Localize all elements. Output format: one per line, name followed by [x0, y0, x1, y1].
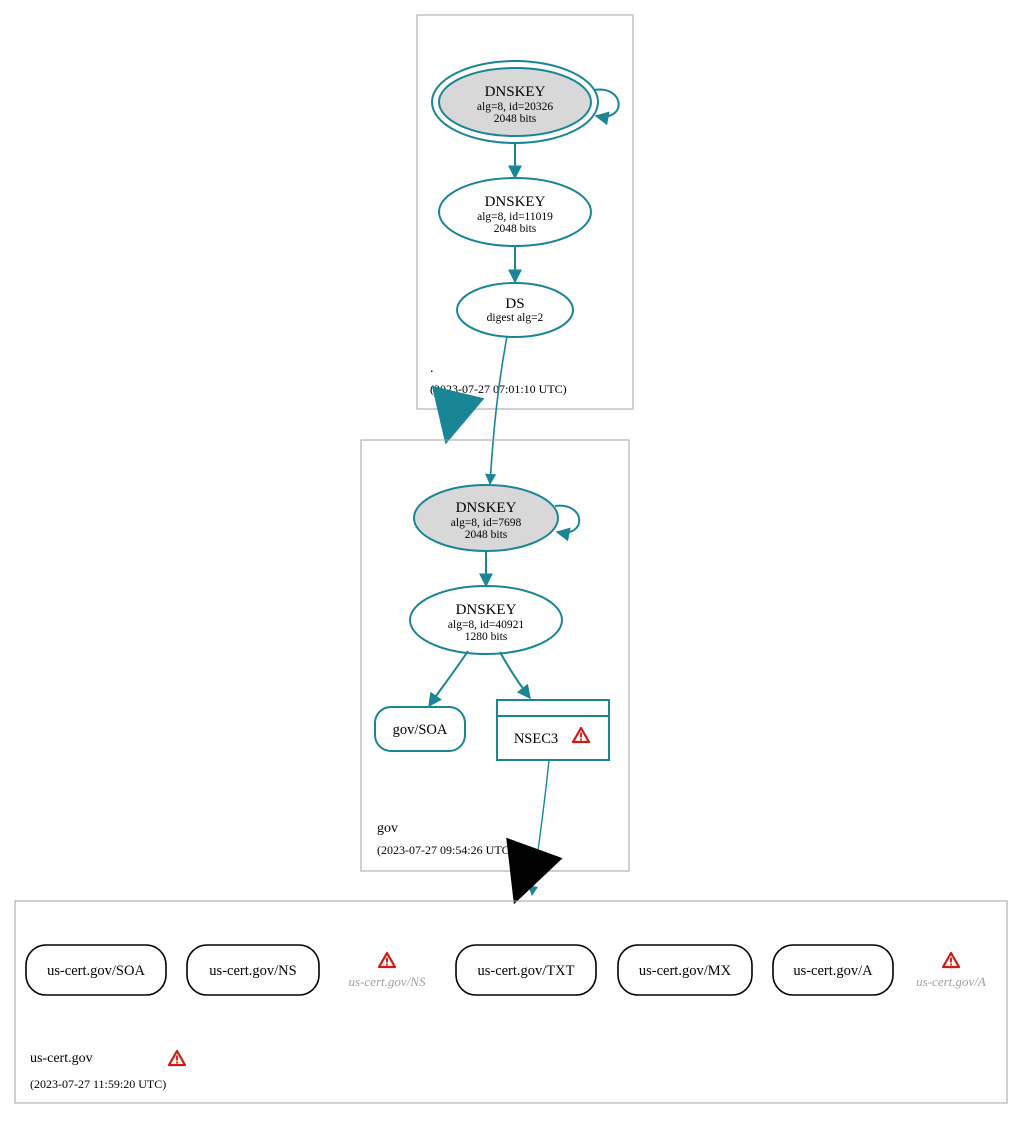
root-ksk-line1: alg=8, id=20326	[477, 101, 553, 113]
gov-soa-node[interactable]: gov/SOA	[375, 707, 465, 751]
uscert-soa-node[interactable]: us-cert.gov/SOA	[26, 945, 166, 995]
zone-root: DNSKEY alg=8, id=20326 2048 bits DNSKEY …	[417, 15, 633, 409]
warning-icon	[943, 953, 959, 967]
uscert-ns-gray-node[interactable]: us-cert.gov/NS	[349, 953, 426, 989]
edge-root-to-gov-zone	[448, 409, 454, 434]
uscert-a-gray-label: us-cert.gov/A	[916, 974, 986, 989]
gov-nsec3-node[interactable]: NSEC3	[497, 700, 609, 760]
gov-zsk-title: DNSKEY	[456, 602, 517, 618]
uscert-ns-label: us-cert.gov/NS	[209, 963, 296, 979]
uscert-txt-label: us-cert.gov/TXT	[477, 963, 574, 979]
root-zsk-title: DNSKEY	[485, 194, 546, 210]
uscert-txt-node[interactable]: us-cert.gov/TXT	[456, 945, 596, 995]
edge-gov-zsk-to-soa	[429, 651, 468, 706]
gov-zsk-node[interactable]: DNSKEY alg=8, id=40921 1280 bits	[410, 586, 562, 654]
gov-zone-timestamp: (2023-07-27 09:54:26 UTC)	[377, 843, 514, 857]
warning-icon	[379, 953, 395, 967]
edge-nsec3-to-uscert	[532, 760, 549, 895]
root-zsk-line2: 2048 bits	[494, 223, 537, 235]
uscert-mx-label: us-cert.gov/MX	[639, 963, 732, 979]
root-zone-label: .	[430, 361, 434, 376]
zone-uscert: us-cert.gov/SOA us-cert.gov/NS us-cert.g…	[15, 901, 1007, 1103]
uscert-mx-node[interactable]: us-cert.gov/MX	[618, 945, 752, 995]
edge-gov-to-uscert-zone	[518, 871, 526, 893]
uscert-a-node[interactable]: us-cert.gov/A	[773, 945, 893, 995]
uscert-ns-node[interactable]: us-cert.gov/NS	[187, 945, 319, 995]
uscert-ns-gray-label: us-cert.gov/NS	[349, 974, 426, 989]
root-ksk-node[interactable]: DNSKEY alg=8, id=20326 2048 bits	[432, 61, 598, 143]
uscert-zone-label: us-cert.gov	[30, 1051, 93, 1066]
uscert-soa-label: us-cert.gov/SOA	[47, 963, 145, 979]
uscert-zone-timestamp: (2023-07-27 11:59:20 UTC)	[30, 1077, 166, 1091]
root-ds-line1: digest alg=2	[487, 312, 544, 324]
gov-ksk-line1: alg=8, id=7698	[451, 517, 522, 529]
edge-ds-to-gov-ksk	[490, 336, 507, 484]
root-ksk-line2: 2048 bits	[494, 113, 537, 125]
gov-zsk-line1: alg=8, id=40921	[448, 619, 524, 631]
root-zsk-line1: alg=8, id=11019	[477, 211, 553, 223]
edge-gov-zsk-to-nsec3	[500, 652, 530, 698]
root-ds-title: DS	[505, 296, 524, 312]
gov-ksk-title: DNSKEY	[456, 500, 517, 516]
root-ds-node[interactable]: DS digest alg=2	[457, 283, 573, 337]
gov-nsec3-label: NSEC3	[514, 731, 558, 747]
zone-gov: DNSKEY alg=8, id=7698 2048 bits DNSKEY a…	[361, 440, 629, 871]
gov-zone-label: gov	[377, 821, 398, 836]
uscert-a-label: us-cert.gov/A	[793, 963, 873, 979]
gov-ksk-line2: 2048 bits	[465, 529, 508, 541]
gov-ksk-node[interactable]: DNSKEY alg=8, id=7698 2048 bits	[414, 485, 558, 551]
root-zsk-node[interactable]: DNSKEY alg=8, id=11019 2048 bits	[439, 178, 591, 246]
root-ksk-title: DNSKEY	[485, 84, 546, 100]
gov-soa-label: gov/SOA	[393, 722, 448, 738]
warning-icon	[169, 1051, 185, 1065]
gov-zsk-line2: 1280 bits	[465, 631, 508, 643]
uscert-a-gray-node[interactable]: us-cert.gov/A	[916, 953, 986, 989]
